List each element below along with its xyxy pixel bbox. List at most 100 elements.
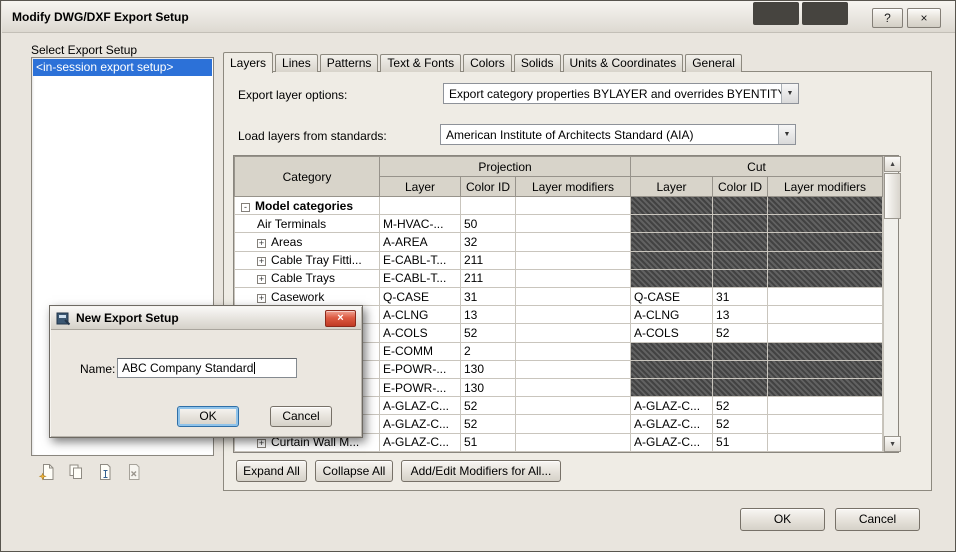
- projection-layer-cell[interactable]: A-COLS: [379, 323, 461, 343]
- projection-color-id-cell[interactable]: 2: [460, 341, 516, 361]
- projection-color-id-cell[interactable]: 52: [460, 323, 516, 343]
- projection-modifiers-cell[interactable]: [514, 359, 632, 380]
- cut-color-id-cell[interactable]: 51: [712, 432, 769, 453]
- cut-layer-cell[interactable]: A-GLAZ-C...: [630, 432, 714, 453]
- expand-icon[interactable]: +: [257, 257, 266, 267]
- projection-layer-cell[interactable]: E-CABL-T...: [379, 268, 461, 289]
- tab-layers[interactable]: Layers: [223, 52, 274, 73]
- projection-color-id-cell[interactable]: 130: [460, 359, 516, 380]
- name-input[interactable]: ABC Company Standard: [117, 358, 297, 378]
- table-row[interactable]: + Casework Q-CASE 31 Q-CASE 31: [234, 287, 884, 307]
- tab-text-fonts[interactable]: Text & Fonts: [380, 54, 462, 72]
- table-row[interactable]: + Areas A-AREA 32: [234, 232, 884, 252]
- export-layer-options-select[interactable]: Export category properties BYLAYER and o…: [443, 83, 799, 104]
- close-button[interactable]: ×: [907, 8, 941, 28]
- projection-modifiers-cell[interactable]: [514, 378, 632, 398]
- ok-button[interactable]: OK: [740, 508, 825, 531]
- cut-modifiers-cell[interactable]: [767, 287, 884, 307]
- cut-layer-cell[interactable]: Q-CASE: [630, 287, 714, 307]
- projection-modifiers-cell[interactable]: [514, 195, 632, 216]
- projection-layer-cell[interactable]: A-GLAZ-C...: [379, 432, 461, 453]
- projection-modifiers-cell[interactable]: [514, 341, 632, 361]
- projection-color-id-cell[interactable]: 31: [460, 287, 516, 307]
- projection-layer-cell[interactable]: A-GLAZ-C...: [379, 414, 461, 434]
- tab-units-coordinates[interactable]: Units & Coordinates: [562, 54, 684, 72]
- projection-modifiers-cell[interactable]: [514, 214, 632, 234]
- projection-layer-cell[interactable]: [379, 195, 461, 216]
- projection-modifiers-cell[interactable]: [514, 414, 632, 434]
- rename-export-setup-button[interactable]: [95, 462, 115, 482]
- projection-modifiers-cell[interactable]: [514, 305, 632, 325]
- projection-layer-cell[interactable]: E-POWR-...: [379, 378, 461, 398]
- projection-layer-cell[interactable]: E-CABL-T...: [379, 250, 461, 270]
- projection-color-id-cell[interactable]: 211: [460, 268, 516, 289]
- projection-modifiers-cell[interactable]: [514, 232, 632, 252]
- modal-ok-button[interactable]: OK: [177, 406, 239, 427]
- projection-color-id-cell[interactable]: 51: [460, 432, 516, 453]
- scrollbar-thumb[interactable]: [884, 173, 902, 219]
- expand-icon[interactable]: +: [257, 275, 266, 285]
- expand-icon[interactable]: +: [257, 239, 266, 248]
- projection-layer-cell[interactable]: E-POWR-...: [379, 359, 461, 380]
- table-row[interactable]: + Cable Trays E-CABL-T... 211: [234, 268, 884, 289]
- category-cell[interactable]: + Casework: [234, 287, 380, 307]
- scroll-up-icon[interactable]: ▲: [884, 156, 902, 172]
- projection-layer-cell[interactable]: Q-CASE: [379, 287, 461, 307]
- expand-all-button[interactable]: Expand All: [236, 460, 307, 482]
- projection-color-id-cell[interactable]: 52: [460, 396, 516, 416]
- help-button[interactable]: ?: [872, 8, 903, 28]
- new-export-setup-button[interactable]: [37, 462, 57, 482]
- category-cell[interactable]: + Areas: [234, 232, 380, 252]
- projection-color-id-cell[interactable]: 32: [460, 232, 516, 252]
- projection-layer-cell[interactable]: A-AREA: [379, 232, 461, 252]
- tab-solids[interactable]: Solids: [513, 54, 561, 72]
- cut-layer-cell[interactable]: A-GLAZ-C...: [630, 396, 714, 416]
- cut-modifiers-cell[interactable]: [767, 323, 884, 343]
- projection-color-id-cell[interactable]: 52: [460, 414, 516, 434]
- projection-layer-cell[interactable]: A-GLAZ-C...: [379, 396, 461, 416]
- duplicate-export-setup-button[interactable]: [66, 462, 86, 482]
- cancel-button[interactable]: Cancel: [835, 508, 920, 531]
- table-row[interactable]: - Model categories: [234, 195, 884, 216]
- cut-color-id-cell[interactable]: 13: [712, 305, 769, 325]
- cut-modifiers-cell[interactable]: [767, 432, 884, 453]
- projection-color-id-cell[interactable]: [460, 195, 516, 216]
- projection-layer-cell[interactable]: M-HVAC-...: [379, 214, 461, 234]
- projection-modifiers-cell[interactable]: [514, 250, 632, 270]
- category-cell[interactable]: + Cable Trays: [234, 268, 380, 289]
- cut-color-id-cell[interactable]: 31: [712, 287, 769, 307]
- tab-patterns[interactable]: Patterns: [319, 54, 379, 72]
- collapse-all-button[interactable]: Collapse All: [315, 460, 393, 482]
- projection-color-id-cell[interactable]: 50: [460, 214, 516, 234]
- projection-color-id-cell[interactable]: 211: [460, 250, 516, 270]
- cut-layer-cell[interactable]: A-COLS: [630, 323, 714, 343]
- modal-cancel-button[interactable]: Cancel: [270, 406, 332, 427]
- tab-colors[interactable]: Colors: [463, 54, 512, 72]
- projection-modifiers-cell[interactable]: [514, 323, 632, 343]
- projection-color-id-cell[interactable]: 13: [460, 305, 516, 325]
- tab-general[interactable]: General: [685, 54, 742, 72]
- modal-title-bar[interactable]: New Export Setup: [51, 307, 361, 330]
- add-edit-modifiers-button[interactable]: Add/Edit Modifiers for All...: [401, 460, 561, 482]
- cut-layer-cell[interactable]: A-GLAZ-C...: [630, 414, 714, 434]
- category-cell[interactable]: Air Terminals: [234, 214, 380, 234]
- delete-export-setup-button[interactable]: [124, 462, 144, 482]
- cut-modifiers-cell[interactable]: [767, 305, 884, 325]
- table-row[interactable]: + Cable Tray Fitti... E-CABL-T... 211: [234, 250, 884, 270]
- projection-modifiers-cell[interactable]: [514, 287, 632, 307]
- cut-modifiers-cell[interactable]: [767, 414, 884, 434]
- category-cell[interactable]: + Cable Tray Fitti...: [234, 250, 380, 270]
- cut-layer-cell[interactable]: A-CLNG: [630, 305, 714, 325]
- category-cell[interactable]: - Model categories: [234, 195, 380, 216]
- collapse-icon[interactable]: -: [241, 202, 250, 212]
- table-scrollbar[interactable]: ▲ ▼: [883, 156, 902, 452]
- expand-icon[interactable]: +: [257, 293, 266, 303]
- cut-modifiers-cell[interactable]: [767, 396, 884, 416]
- list-item[interactable]: <in-session export setup>: [33, 59, 212, 76]
- expand-icon[interactable]: +: [257, 439, 266, 449]
- tab-lines[interactable]: Lines: [275, 54, 318, 72]
- modal-close-button[interactable]: ×: [325, 310, 356, 327]
- projection-modifiers-cell[interactable]: [514, 396, 632, 416]
- projection-layer-cell[interactable]: E-COMM: [379, 341, 461, 361]
- projection-color-id-cell[interactable]: 130: [460, 378, 516, 398]
